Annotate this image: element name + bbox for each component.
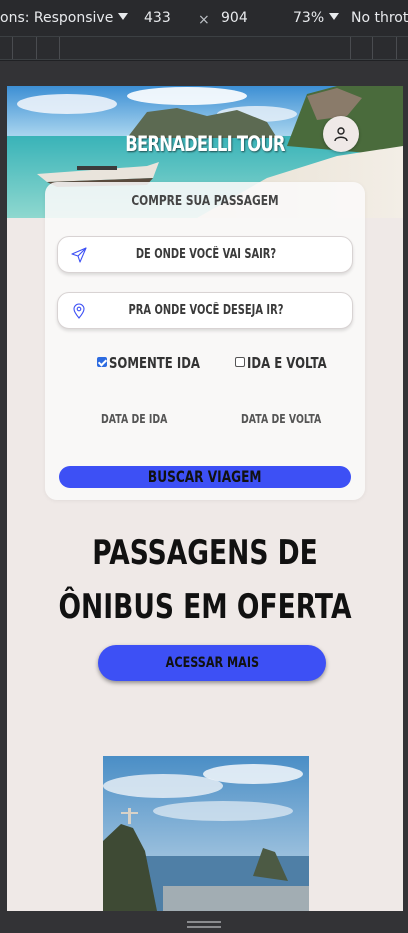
chevron-down-icon <box>329 13 340 20</box>
see-more-label: ACESSAR MAIS <box>165 655 259 671</box>
user-account-button[interactable] <box>323 116 359 152</box>
mobile-viewport: BERNADELLI TOUR COMPRE SUA PASSAGEM DE O… <box>7 86 403 911</box>
round-trip-checkbox[interactable] <box>235 357 245 367</box>
resize-handle[interactable] <box>187 921 221 929</box>
height-input[interactable]: 904 <box>221 10 248 26</box>
throttle-select[interactable]: No thrott <box>351 10 408 26</box>
rio-photo <box>103 756 309 911</box>
one-way-checkbox[interactable] <box>97 357 107 367</box>
origin-placeholder: DE ONDE VOCÊ VAI SAIR? <box>135 247 277 262</box>
ticket-search-card: COMPRE SUA PASSAGEM DE ONDE VOCÊ VAI SAI… <box>45 182 365 500</box>
one-way-option[interactable]: SOMENTE IDA <box>97 354 226 372</box>
departure-date-field[interactable]: DATA DE IDA <box>101 412 167 426</box>
dimension-times: × <box>198 12 210 28</box>
device-select[interactable]: ons: Responsive <box>0 10 129 26</box>
devtools-toolbar: ons: Responsive 433 × 904 73% No thrott <box>0 0 408 37</box>
media-query-ruler <box>0 37 408 60</box>
destination-placeholder: PRA ONDE VOCÊ DESEJA IR? <box>128 303 284 318</box>
return-date-field[interactable]: DATA DE VOLTA <box>241 412 321 426</box>
map-pin-icon <box>73 303 85 319</box>
width-input[interactable]: 433 <box>144 10 171 26</box>
zoom-select[interactable]: 73% <box>293 10 340 26</box>
round-trip-label: IDA E VOLTA <box>247 354 327 372</box>
see-more-button[interactable]: ACESSAR MAIS <box>98 645 326 681</box>
chevron-down-icon <box>118 13 129 20</box>
round-trip-option[interactable]: IDA E VOLTA <box>235 354 349 372</box>
destination-input[interactable]: PRA ONDE VOCÊ DESEJA IR? <box>57 292 353 329</box>
origin-input[interactable]: DE ONDE VOCÊ VAI SAIR? <box>57 236 353 273</box>
user-icon <box>334 127 348 142</box>
search-trip-label: BUSCAR VIAGEM <box>148 467 262 486</box>
brand-title: BERNADELLI TOUR <box>125 132 285 156</box>
rio-destination-image[interactable] <box>103 756 309 911</box>
offers-heading: PASSAGENS DE ÔNIBUS EM OFERTA <box>58 533 352 627</box>
send-icon <box>71 247 87 263</box>
search-trip-button[interactable]: BUSCAR VIAGEM <box>59 466 351 488</box>
card-title: COMPRE SUA PASSAGEM <box>131 194 279 209</box>
one-way-label: SOMENTE IDA <box>109 354 200 372</box>
